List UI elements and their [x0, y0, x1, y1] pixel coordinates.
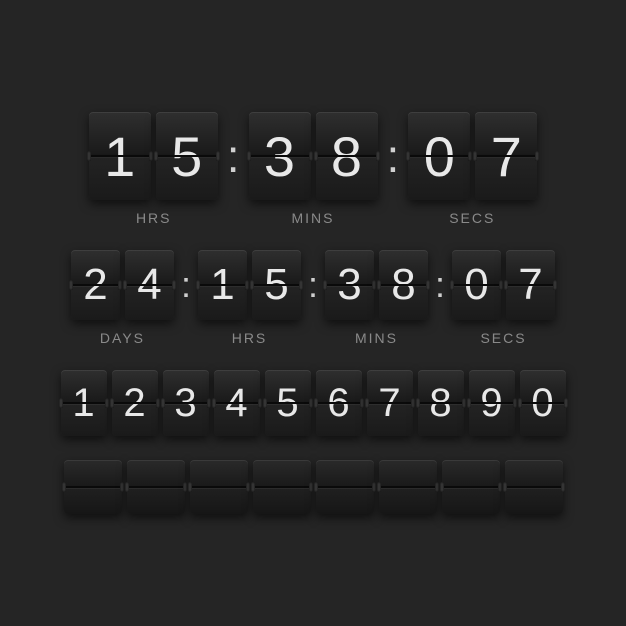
digit-strip: 1 2 3 4 5 6 7 8 9 0: [61, 370, 566, 436]
flip-card-blank: [64, 460, 122, 514]
flip-card-digit: 7: [367, 370, 413, 436]
label-seconds: SECS: [452, 330, 555, 346]
flip-card-minutes-ones: 8: [316, 112, 378, 200]
label-minutes: MINS: [325, 330, 428, 346]
seconds-group: 0 7: [452, 250, 555, 320]
flip-card-seconds-tens: 0: [452, 250, 501, 320]
label-seconds: SECS: [407, 210, 537, 226]
separator-colon: :: [306, 264, 320, 306]
days-group: 2 4: [71, 250, 174, 320]
flip-card-blank: [442, 460, 500, 514]
countdown-hms: 1 5 : 3 8 : 0 7 HRS MINS SECS: [89, 112, 538, 226]
flip-card-digit: 5: [265, 370, 311, 436]
flip-card-blank: [253, 460, 311, 514]
flip-card-minutes-tens: 3: [249, 112, 311, 200]
countdown-hms-cards: 1 5 : 3 8 : 0 7: [89, 112, 538, 200]
flip-card-minutes-ones: 8: [379, 250, 428, 320]
flip-card-hours-tens: 1: [198, 250, 247, 320]
hours-group: 1 5: [89, 112, 218, 200]
flip-card-blank: [379, 460, 437, 514]
separator-colon: :: [433, 264, 447, 306]
flip-card-digit: 9: [469, 370, 515, 436]
flip-card-hours-tens: 1: [89, 112, 151, 200]
countdown-dhms-cards: 2 4 : 1 5 : 3 8 : 0 7: [71, 250, 555, 320]
separator-colon: :: [223, 129, 244, 183]
flip-card-digit: 4: [214, 370, 260, 436]
separator-colon: :: [383, 129, 404, 183]
minutes-group: 3 8: [325, 250, 428, 320]
label-days: DAYS: [71, 330, 174, 346]
flip-card-digit: 0: [520, 370, 566, 436]
flip-card-blank: [127, 460, 185, 514]
flip-card-hours-ones: 5: [156, 112, 218, 200]
flip-card-days-tens: 2: [71, 250, 120, 320]
flip-card-digit: 1: [61, 370, 107, 436]
flip-card-days-ones: 4: [125, 250, 174, 320]
seconds-group: 0 7: [408, 112, 537, 200]
flip-card-blank: [505, 460, 563, 514]
blank-flip-row: [64, 460, 563, 514]
flip-card-seconds-tens: 0: [408, 112, 470, 200]
flip-card-digit: 8: [418, 370, 464, 436]
flip-card-digit: 3: [163, 370, 209, 436]
countdown-dhms: 2 4 : 1 5 : 3 8 : 0 7 DAYS HRS: [71, 250, 555, 346]
countdown-hms-labels: HRS MINS SECS: [89, 210, 538, 226]
flip-card-seconds-ones: 7: [506, 250, 555, 320]
flip-card-digit: 2: [112, 370, 158, 436]
minutes-group: 3 8: [249, 112, 378, 200]
digit-strip-cards: 1 2 3 4 5 6 7 8 9 0: [61, 370, 566, 436]
flip-card-blank: [190, 460, 248, 514]
flip-card-seconds-ones: 7: [475, 112, 537, 200]
flip-card-blank: [316, 460, 374, 514]
label-hours: HRS: [198, 330, 301, 346]
blank-flip-cards: [64, 460, 563, 514]
hours-group: 1 5: [198, 250, 301, 320]
flip-card-minutes-tens: 3: [325, 250, 374, 320]
flip-card-hours-ones: 5: [252, 250, 301, 320]
flip-card-digit: 6: [316, 370, 362, 436]
label-hours: HRS: [89, 210, 219, 226]
label-minutes: MINS: [248, 210, 378, 226]
separator-colon: :: [179, 264, 193, 306]
countdown-dhms-labels: DAYS HRS MINS SECS: [71, 330, 555, 346]
